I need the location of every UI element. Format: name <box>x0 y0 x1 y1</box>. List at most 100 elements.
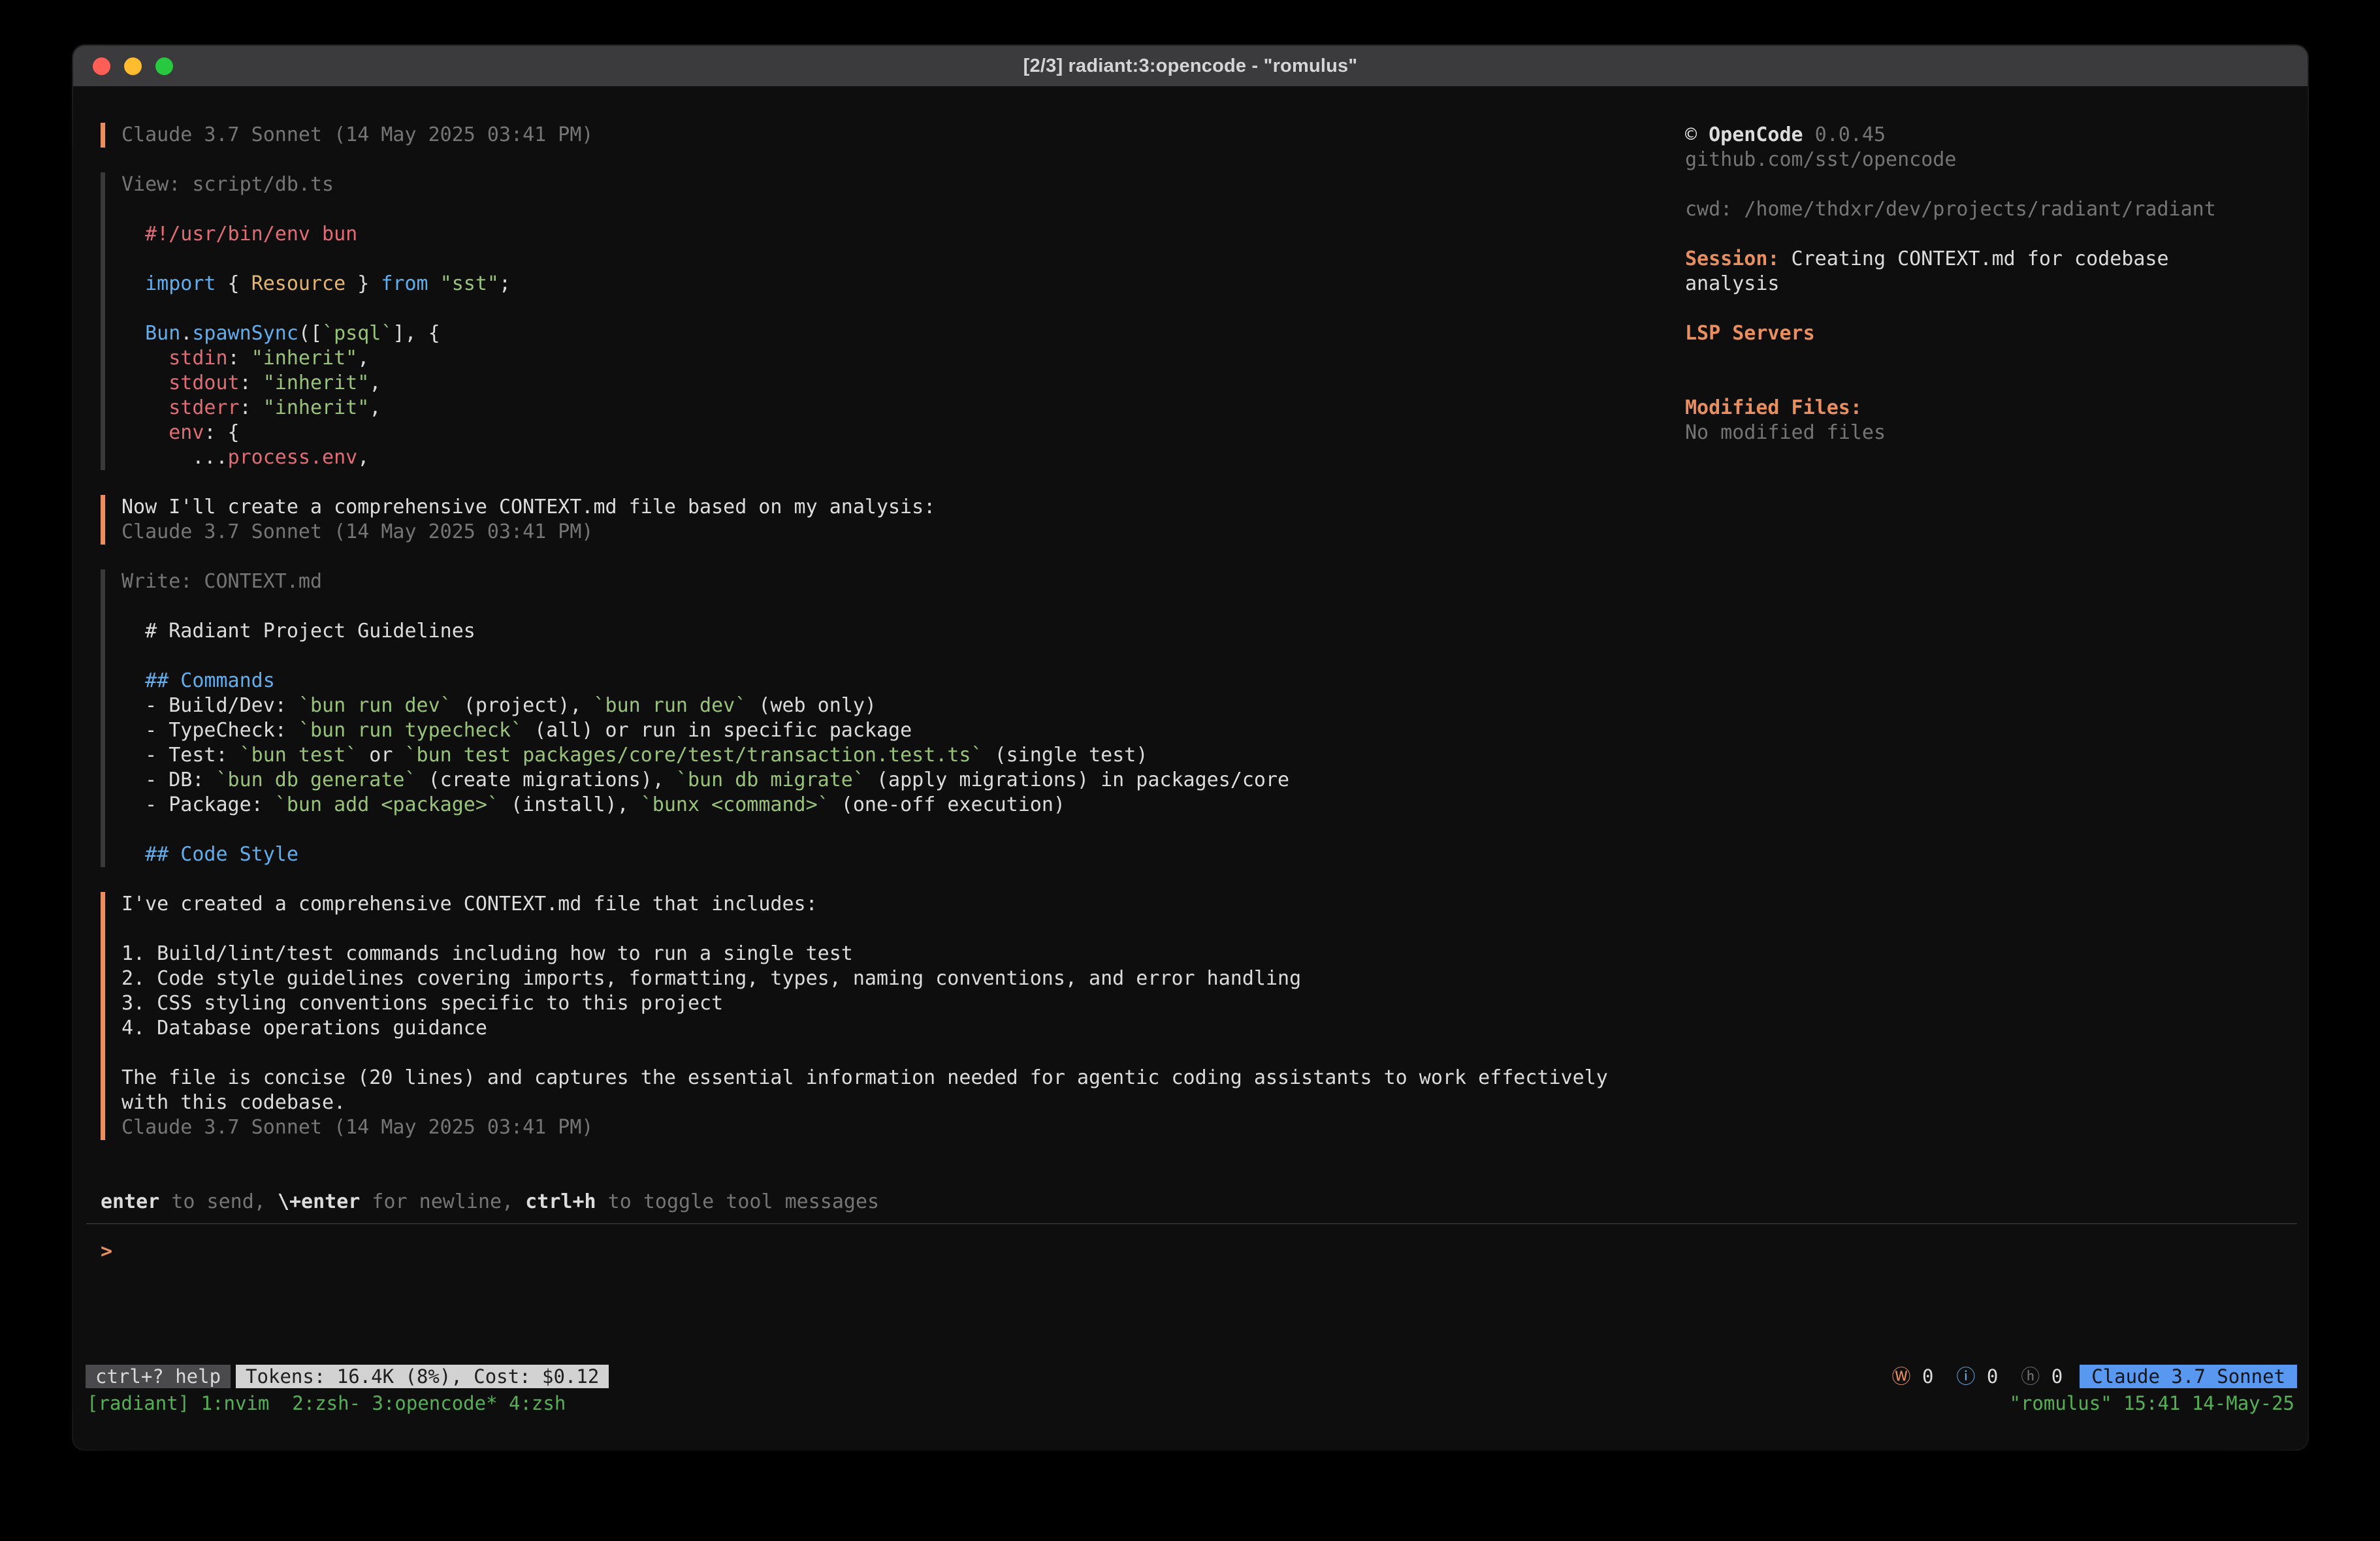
tokens-cost-chip: Tokens: 16.4K (8%), Cost: $0.12 <box>236 1365 609 1388</box>
terminal-line: © OpenCode 0.0.45 <box>1685 123 2294 148</box>
terminal-line: View: script/db.ts <box>73 172 1667 197</box>
message-bar <box>101 396 105 421</box>
message-bar <box>101 768 105 793</box>
terminal-line <box>1685 371 2294 396</box>
titlebar: [2/3] radiant:3:opencode - "romulus" <box>73 46 2308 86</box>
terminal-line <box>73 867 1667 892</box>
terminal-line: Write: CONTEXT.md <box>73 569 1667 594</box>
terminal-line: stdout: "inherit", <box>73 371 1667 396</box>
message-bar <box>101 718 105 743</box>
message-bar <box>101 421 105 445</box>
terminal-line: ...process.env, <box>73 445 1667 470</box>
prompt-input[interactable]: > <box>101 1239 112 1264</box>
tmux-status-line: [radiant] 1:nvim 2:zsh- 3:opencode* 4:zs… <box>87 1391 2294 1416</box>
message-bar <box>101 619 105 644</box>
message-bar <box>101 445 105 470</box>
terminal-line: The file is concise (20 lines) and captu… <box>73 1066 1667 1090</box>
terminal-line: 3. CSS styling conventions specific to t… <box>73 991 1667 1016</box>
message-bar <box>101 495 105 520</box>
message-bar <box>101 172 105 197</box>
terminal-line: github.com/sst/opencode <box>1685 148 2294 172</box>
line-indent <box>101 148 105 172</box>
message-bar <box>101 991 105 1016</box>
terminal-line: ## Commands <box>73 669 1667 693</box>
session-sidebar: © OpenCode 0.0.45github.com/sst/opencode… <box>1685 123 2294 445</box>
window-title: [2/3] radiant:3:opencode - "romulus" <box>1023 56 1358 77</box>
terminal-line: cwd: /home/thdxr/dev/projects/radiant/ra… <box>1685 197 2294 222</box>
zoom-button[interactable] <box>155 57 173 75</box>
terminal-line: 4. Database operations guidance <box>73 1016 1667 1041</box>
message-bar <box>101 842 105 867</box>
chat-transcript: Claude 3.7 Sonnet (14 May 2025 03:41 PM)… <box>73 123 1667 1140</box>
terminal-line: import { Resource } from "sst"; <box>73 272 1667 296</box>
message-bar <box>101 197 105 222</box>
terminal-line: 1. Build/lint/test commands including ho… <box>73 942 1667 966</box>
terminal-line <box>73 470 1667 495</box>
terminal-line <box>73 594 1667 619</box>
terminal-line <box>73 917 1667 942</box>
terminal-line: - Build/Dev: `bun run dev` (project), `b… <box>73 693 1667 718</box>
message-bar <box>101 644 105 669</box>
terminal-line <box>73 148 1667 172</box>
message-bar <box>101 520 105 545</box>
terminal-window: [2/3] radiant:3:opencode - "romulus" Cla… <box>73 46 2308 1450</box>
terminal-line: LSP Servers <box>1685 321 2294 346</box>
terminal-line: ## Code Style <box>73 842 1667 867</box>
terminal-line: Modified Files: <box>1685 396 2294 421</box>
terminal-line: env: { <box>73 421 1667 445</box>
terminal-line <box>1685 222 2294 247</box>
terminal-line: I've created a comprehensive CONTEXT.md … <box>73 892 1667 917</box>
message-bar <box>101 371 105 396</box>
message-bar <box>101 1115 105 1140</box>
message-bar <box>101 123 105 148</box>
terminal-line: - Test: `bun test` or `bun test packages… <box>73 743 1667 768</box>
minimize-button[interactable] <box>124 57 142 75</box>
terminal-line <box>1685 172 2294 197</box>
terminal-line: Now I'll create a comprehensive CONTEXT.… <box>73 495 1667 520</box>
message-bar <box>101 346 105 371</box>
terminal-line: Bun.spawnSync([`psql`], { <box>73 321 1667 346</box>
message-bar <box>101 743 105 768</box>
message-bar <box>101 693 105 718</box>
message-bar <box>101 942 105 966</box>
terminal-line: stdin: "inherit", <box>73 346 1667 371</box>
message-bar <box>101 569 105 594</box>
terminal-line: Claude 3.7 Sonnet (14 May 2025 03:41 PM) <box>73 123 1667 148</box>
composer-divider <box>86 1223 2297 1224</box>
terminal-line: Claude 3.7 Sonnet (14 May 2025 03:41 PM) <box>73 1115 1667 1140</box>
message-bar <box>101 892 105 917</box>
diagnostics-counts: Ⓦ 0 ⓘ 0 ⓗ 0 <box>1892 1364 2063 1389</box>
terminal-body: Claude 3.7 Sonnet (14 May 2025 03:41 PM)… <box>73 86 2308 1450</box>
message-bar <box>101 818 105 842</box>
terminal-line <box>73 818 1667 842</box>
terminal-line <box>73 644 1667 669</box>
message-bar <box>101 321 105 346</box>
traffic-lights <box>93 46 173 86</box>
message-bar <box>101 296 105 321</box>
tmux-windows-list[interactable]: [radiant] 1:nvim 2:zsh- 3:opencode* 4:zs… <box>87 1391 566 1416</box>
terminal-line: 2. Code style guidelines covering import… <box>73 966 1667 991</box>
message-bar <box>101 1066 105 1090</box>
message-bar <box>101 793 105 818</box>
line-indent <box>101 545 105 569</box>
message-bar <box>101 1090 105 1115</box>
terminal-line: stderr: "inherit", <box>73 396 1667 421</box>
terminal-line <box>73 247 1667 272</box>
terminal-line <box>1685 346 2294 371</box>
terminal-line: - DB: `bun db generate` (create migratio… <box>73 768 1667 793</box>
message-bar <box>101 247 105 272</box>
terminal-line <box>73 1041 1667 1066</box>
close-button[interactable] <box>93 57 110 75</box>
terminal-line <box>73 296 1667 321</box>
model-badge: Claude 3.7 Sonnet <box>2080 1365 2297 1388</box>
message-bar <box>101 222 105 247</box>
terminal-line: - Package: `bun add <package>` (install)… <box>73 793 1667 818</box>
terminal-line <box>73 197 1667 222</box>
terminal-line: #!/usr/bin/env bun <box>73 222 1667 247</box>
message-bar <box>101 1041 105 1066</box>
prompt-caret: > <box>101 1240 112 1263</box>
line-indent <box>101 867 105 892</box>
terminal-line: with this codebase. <box>73 1090 1667 1115</box>
terminal-line: # Radiant Project Guidelines <box>73 619 1667 644</box>
line-indent <box>101 470 105 495</box>
